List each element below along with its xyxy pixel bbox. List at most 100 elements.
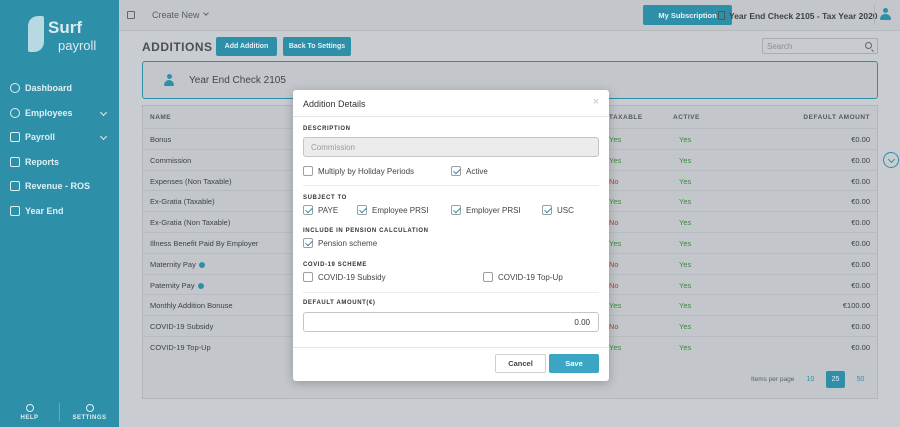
- checkbox-checked: [357, 205, 367, 215]
- sidebar-item-label: Year End: [25, 205, 64, 216]
- logo-mark-icon: [28, 16, 44, 52]
- column-header-name[interactable]: NAME: [150, 114, 171, 121]
- row-name-text: Monthly Addition Bonuse: [150, 301, 233, 311]
- checkbox-label: USC: [557, 205, 574, 215]
- sidebar-item-year-end[interactable]: Year End: [0, 199, 119, 224]
- row-taxable: Yes: [609, 301, 622, 311]
- create-new-dropdown[interactable]: Create New: [152, 10, 200, 20]
- employer-prsi-checkbox[interactable]: Employer PRSI: [451, 205, 521, 215]
- close-icon[interactable]: ×: [593, 96, 599, 108]
- save-button[interactable]: Save: [549, 354, 599, 373]
- row-name: Paternity Pay: [150, 281, 204, 290]
- page-size-10[interactable]: 10: [801, 371, 820, 388]
- checkbox-label: Multiply by Holiday Periods: [318, 166, 415, 176]
- row-active: Yes: [679, 259, 692, 269]
- row-active: Yes: [679, 238, 692, 248]
- row-taxable: No: [609, 259, 619, 269]
- default-amount-field[interactable]: 0.00: [303, 312, 599, 332]
- cancel-button[interactable]: Cancel: [495, 354, 546, 373]
- surf-payroll-logo[interactable]: Surf payroll: [28, 16, 98, 56]
- chevron-down-icon: [203, 10, 209, 16]
- usc-checkbox[interactable]: USC: [542, 205, 574, 215]
- search-input[interactable]: Search: [762, 38, 878, 54]
- company-title: Year End Check 2105: [189, 75, 286, 86]
- checkbox-checked: [303, 238, 313, 248]
- items-per-page-label: Items per page: [751, 376, 795, 383]
- info-icon[interactable]: [198, 261, 205, 268]
- help-label: HELP: [20, 414, 39, 421]
- help-button[interactable]: HELP: [0, 397, 59, 427]
- sidebar-item-employees[interactable]: Employees: [0, 101, 119, 126]
- row-active: Yes: [679, 342, 692, 352]
- settings-button[interactable]: SETTINGS: [60, 397, 119, 427]
- dashboard-icon: [10, 83, 20, 94]
- checkbox-label: COVID-19 Subsidy: [318, 272, 386, 282]
- description-value: Commission: [311, 143, 356, 152]
- logo-text-surf: Surf: [48, 18, 82, 37]
- row-default-amount: €0.00: [851, 218, 870, 228]
- row-name: COVID-19 Subsidy: [150, 322, 213, 331]
- payroll-icon: [10, 132, 20, 143]
- row-active: Yes: [679, 301, 692, 311]
- row-name-text: Ex-Gratia (Taxable): [150, 197, 215, 207]
- settings-label: SETTINGS: [72, 414, 107, 421]
- row-taxable: Yes: [609, 135, 622, 144]
- pension-scheme-checkbox[interactable]: Pension scheme: [303, 238, 377, 248]
- row-name-text: Expenses (Non Taxable): [150, 176, 232, 186]
- column-header-taxable[interactable]: TAXABLE: [609, 114, 643, 121]
- info-icon[interactable]: [197, 282, 204, 289]
- add-addition-button[interactable]: Add Addition: [216, 37, 277, 56]
- row-name: Ex-Gratia (Non Taxable): [150, 218, 230, 227]
- chevron-down-icon: [99, 108, 108, 116]
- sidebar-item-reports[interactable]: Reports: [0, 150, 119, 175]
- back-to-settings-button[interactable]: Back To Settings: [283, 37, 351, 56]
- user-menu[interactable]: [874, 5, 892, 25]
- row-default-amount: €0.00: [851, 135, 870, 144]
- sidebar-item-revenue-ros[interactable]: Revenue - ROS: [0, 174, 119, 199]
- row-taxable: Yes: [609, 155, 622, 165]
- checkbox-checked: [542, 205, 552, 215]
- row-taxable: No: [609, 176, 619, 186]
- sidebar-item-label: Reports: [25, 156, 60, 167]
- column-header-default-amount[interactable]: DEFAULT AMOUNT: [803, 114, 870, 121]
- checkbox-label: Pension scheme: [318, 238, 378, 248]
- checkbox-label: Employee PRSI: [372, 205, 429, 215]
- page-size-50[interactable]: 50: [851, 371, 870, 388]
- row-default-amount: €100.00: [842, 301, 870, 311]
- page-size-25[interactable]: 25: [826, 371, 845, 388]
- calendar-icon: [10, 205, 20, 216]
- row-active: Yes: [679, 280, 692, 290]
- search-icon[interactable]: [865, 42, 872, 49]
- tax-year-label[interactable]: Year End Check 2105 - Tax Year 2020: [729, 11, 878, 21]
- row-name: Commission: [150, 156, 191, 165]
- sidebar-item-label: Employees: [25, 107, 73, 118]
- scroll-down-button[interactable]: [883, 152, 899, 168]
- sidebar-item-payroll[interactable]: Payroll: [0, 125, 119, 150]
- row-name: Maternity Pay: [150, 260, 205, 269]
- row-name: Ex-Gratia (Taxable): [150, 197, 215, 206]
- help-icon: [25, 403, 34, 412]
- row-active: Yes: [679, 218, 692, 228]
- document-icon: [718, 11, 725, 20]
- row-taxable: Yes: [609, 238, 622, 248]
- row-active: Yes: [679, 322, 692, 332]
- covid-subsidy-checkbox[interactable]: COVID-19 Subsidy: [303, 272, 386, 282]
- row-default-amount: €0.00: [851, 176, 870, 186]
- row-default-amount: €0.00: [851, 238, 870, 248]
- paye-checkbox[interactable]: PAYE: [303, 205, 338, 215]
- divider: [303, 292, 599, 293]
- checkbox-label: Active: [466, 166, 488, 176]
- employee-prsi-checkbox[interactable]: Employee PRSI: [357, 205, 428, 215]
- checkbox-unchecked: [483, 272, 493, 282]
- sidebar-item-dashboard[interactable]: Dashboard: [0, 76, 119, 101]
- covid-topup-checkbox[interactable]: COVID-19 Top-Up: [483, 272, 563, 282]
- row-taxable: Yes: [609, 342, 622, 352]
- row-name: Expenses (Non Taxable): [150, 177, 232, 186]
- menu-toggle-icon[interactable]: [127, 11, 135, 19]
- covid-section-label: COVID-19 SCHEME: [303, 262, 368, 268]
- multiply-holiday-periods-checkbox[interactable]: Multiply by Holiday Periods: [303, 166, 414, 176]
- column-header-active[interactable]: ACTIVE: [673, 114, 700, 121]
- active-checkbox[interactable]: Active: [451, 166, 488, 176]
- sidebar-nav: Dashboard Employees Payroll Reports Reve…: [0, 76, 119, 223]
- pension-section-label: INCLUDE IN PENSION CALCULATION: [303, 228, 429, 234]
